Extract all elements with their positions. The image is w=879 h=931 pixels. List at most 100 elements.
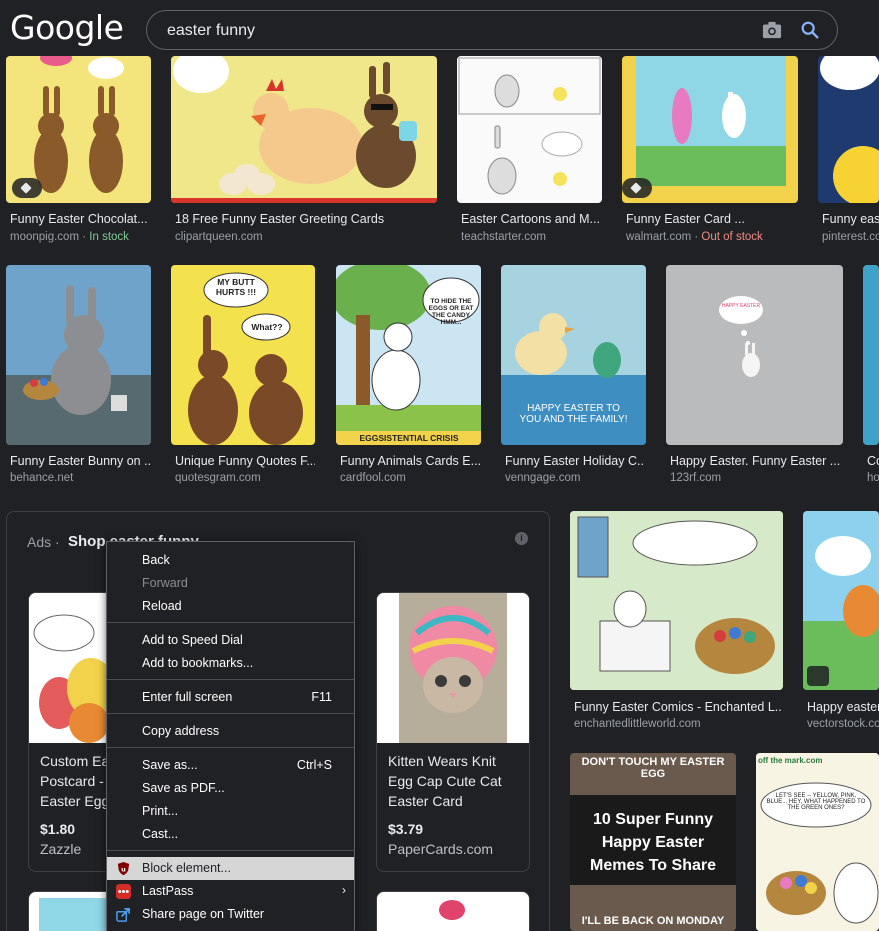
image-result[interactable]: HAPPY EASTER xyxy=(666,265,843,445)
bunny-thought-bubble-image xyxy=(719,296,763,377)
menu-item-share-twitter[interactable]: Share page on Twitter xyxy=(107,903,354,926)
image-text: EGGSISTENTIAL CRISIS xyxy=(359,433,459,443)
menu-item-reload[interactable]: Reload xyxy=(107,595,354,618)
menu-item-lastpass[interactable]: LastPass › xyxy=(107,880,354,903)
search-input[interactable]: easter funny xyxy=(167,22,255,40)
result-source: vectorstock.co xyxy=(807,718,879,730)
menu-item-save-pdf[interactable]: Save as PDF... xyxy=(107,777,354,800)
image-text: HAPPY EASTER TO YOU AND THE FAMILY! xyxy=(519,403,628,425)
stock-status: Out of stock xyxy=(701,231,763,243)
menu-separator xyxy=(107,850,354,851)
share-icon xyxy=(116,908,130,922)
menu-item-back[interactable]: Back xyxy=(107,549,354,572)
image-result[interactable] xyxy=(570,511,783,690)
search-icon[interactable] xyxy=(799,19,821,41)
google-logo[interactable]: Google xyxy=(10,8,124,47)
product-price: $3.79 xyxy=(388,821,424,837)
result-caption[interactable]: Funny Easter Bunny on ... xyxy=(10,454,150,468)
image-text: TO HIDE THE EGGS OR EAT THE CANDY HMM... xyxy=(428,298,474,326)
search-bar[interactable]: easter funny xyxy=(146,10,838,50)
image-result[interactable] xyxy=(803,511,879,690)
image-text: HAPPY EASTER xyxy=(721,303,761,309)
lastpass-icon xyxy=(116,884,131,899)
result-source: teachstarter.com xyxy=(461,231,547,243)
menu-item-block-element[interactable]: u Block element... xyxy=(107,857,354,880)
chick-image xyxy=(820,56,879,203)
product-card[interactable] xyxy=(376,891,530,931)
context-menu: Back Forward Reload Add to Speed Dial Ad… xyxy=(106,541,355,931)
product-seller: PaperCards.com xyxy=(388,841,494,857)
result-source: 123rf.com xyxy=(670,472,722,484)
image-type-icon xyxy=(807,666,829,686)
result-source: walmart.com · Out of stock xyxy=(626,231,763,243)
menu-item-bookmarks[interactable]: Add to bookmarks... xyxy=(107,652,354,675)
menu-item-print[interactable]: Print... xyxy=(107,800,354,823)
product-card[interactable]: Kitten Wears Knit Egg Cap Cute Cat Easte… xyxy=(376,592,530,872)
result-caption[interactable]: Funny easte xyxy=(822,212,879,226)
eggsistential-crisis-image xyxy=(336,265,481,445)
result-source: ho xyxy=(867,472,879,484)
image-result[interactable] xyxy=(622,56,798,203)
shortcut-label: F11 xyxy=(311,690,332,704)
product-title: Kitten Wears Knit Egg Cap Cute Cat Easte… xyxy=(388,753,502,809)
menu-separator xyxy=(107,747,354,748)
happy-easter-bunny-image xyxy=(803,536,879,690)
image-result[interactable]: MY BUTT HURTS !!! What?? xyxy=(171,265,315,445)
result-caption[interactable]: Unique Funny Quotes F... xyxy=(175,454,315,468)
product-image xyxy=(377,593,529,743)
result-source: cardfool.com xyxy=(340,472,406,484)
image-result[interactable] xyxy=(171,56,437,203)
image-text: off the mark.com xyxy=(758,756,823,765)
result-caption[interactable]: Funny Easter Holiday C... xyxy=(505,454,645,468)
result-caption[interactable]: 18 Free Funny Easter Greeting Cards xyxy=(175,212,435,226)
image-result[interactable] xyxy=(6,56,151,203)
image-result[interactable]: HAPPY EASTER TO YOU AND THE FAMILY! xyxy=(501,265,646,445)
shopping-tag-icon xyxy=(12,178,42,198)
result-source: pinterest.co xyxy=(822,231,879,243)
image-text: MY BUTT HURTS !!! xyxy=(215,277,257,297)
shopping-tag-icon xyxy=(622,178,652,198)
result-caption[interactable]: Happy easter xyxy=(807,700,879,714)
image-result[interactable]: DON'T TOUCH MY EASTER EGG 10 Super Funny… xyxy=(570,753,736,931)
product-seller: Zazzle xyxy=(40,841,82,857)
chicken-bunny-cartoon-image xyxy=(171,56,437,203)
result-caption[interactable]: Funny Easter Comics - Enchanted L... xyxy=(574,700,782,714)
image-text: What?? xyxy=(251,322,283,332)
menu-item-save-as[interactable]: Save as... Ctrl+S xyxy=(107,754,354,777)
result-caption[interactable]: Co xyxy=(867,454,879,468)
info-icon[interactable]: i xyxy=(515,532,528,545)
menu-item-full-screen[interactable]: Enter full screen F11 xyxy=(107,686,354,709)
image-result[interactable] xyxy=(457,56,602,203)
result-caption[interactable]: Easter Cartoons and M... xyxy=(461,212,601,226)
shortcut-label: Ctrl+S xyxy=(296,758,332,772)
menu-separator xyxy=(107,679,354,680)
result-source: moonpig.com · In stock xyxy=(10,231,129,243)
image-text: DON'T TOUCH MY EASTER EGG xyxy=(581,756,725,780)
svg-text:u: u xyxy=(121,865,126,873)
camera-icon[interactable] xyxy=(761,20,783,40)
image-text: LET'S SEE -- YELLOW, PINK, BLUE... HEY, … xyxy=(766,793,866,811)
image-text: I'LL BE BACK ON MONDAY xyxy=(581,915,725,927)
menu-separator xyxy=(107,622,354,623)
result-source: enchantedlittleworld.com xyxy=(574,718,701,730)
result-caption[interactable]: Funny Easter Chocolat... xyxy=(10,212,150,226)
result-caption[interactable]: Funny Animals Cards E... xyxy=(340,454,480,468)
bunny-painting-eggs-image xyxy=(6,285,151,445)
image-result[interactable] xyxy=(6,265,151,445)
image-result[interactable] xyxy=(818,56,879,203)
menu-item-copy-address[interactable]: Copy address xyxy=(107,720,354,743)
menu-item-speed-dial[interactable]: Add to Speed Dial xyxy=(107,629,354,652)
result-caption[interactable]: Funny Easter Card ... xyxy=(626,212,796,226)
header: Google easter funny xyxy=(0,0,879,56)
image-result[interactable]: off the mark.com LET'S SEE -- YELLOW, PI… xyxy=(756,753,879,931)
image-result[interactable]: TO HIDE THE EGGS OR EAT THE CANDY HMM...… xyxy=(336,265,481,445)
result-caption[interactable]: Happy Easter. Funny Easter ... xyxy=(670,454,842,468)
enchanted-comic-image xyxy=(570,511,783,690)
menu-item-cast[interactable]: Cast... xyxy=(107,823,354,846)
stock-status: In stock xyxy=(89,231,129,243)
ublock-shield-icon: u xyxy=(117,861,130,876)
image-text: 10 Super Funny Happy Easter Memes To Sha… xyxy=(590,811,716,874)
product-title: Custom Ea Postcard - Easter Egg xyxy=(40,753,110,809)
product-price: $1.80 xyxy=(40,821,76,837)
image-result[interactable] xyxy=(863,265,879,445)
